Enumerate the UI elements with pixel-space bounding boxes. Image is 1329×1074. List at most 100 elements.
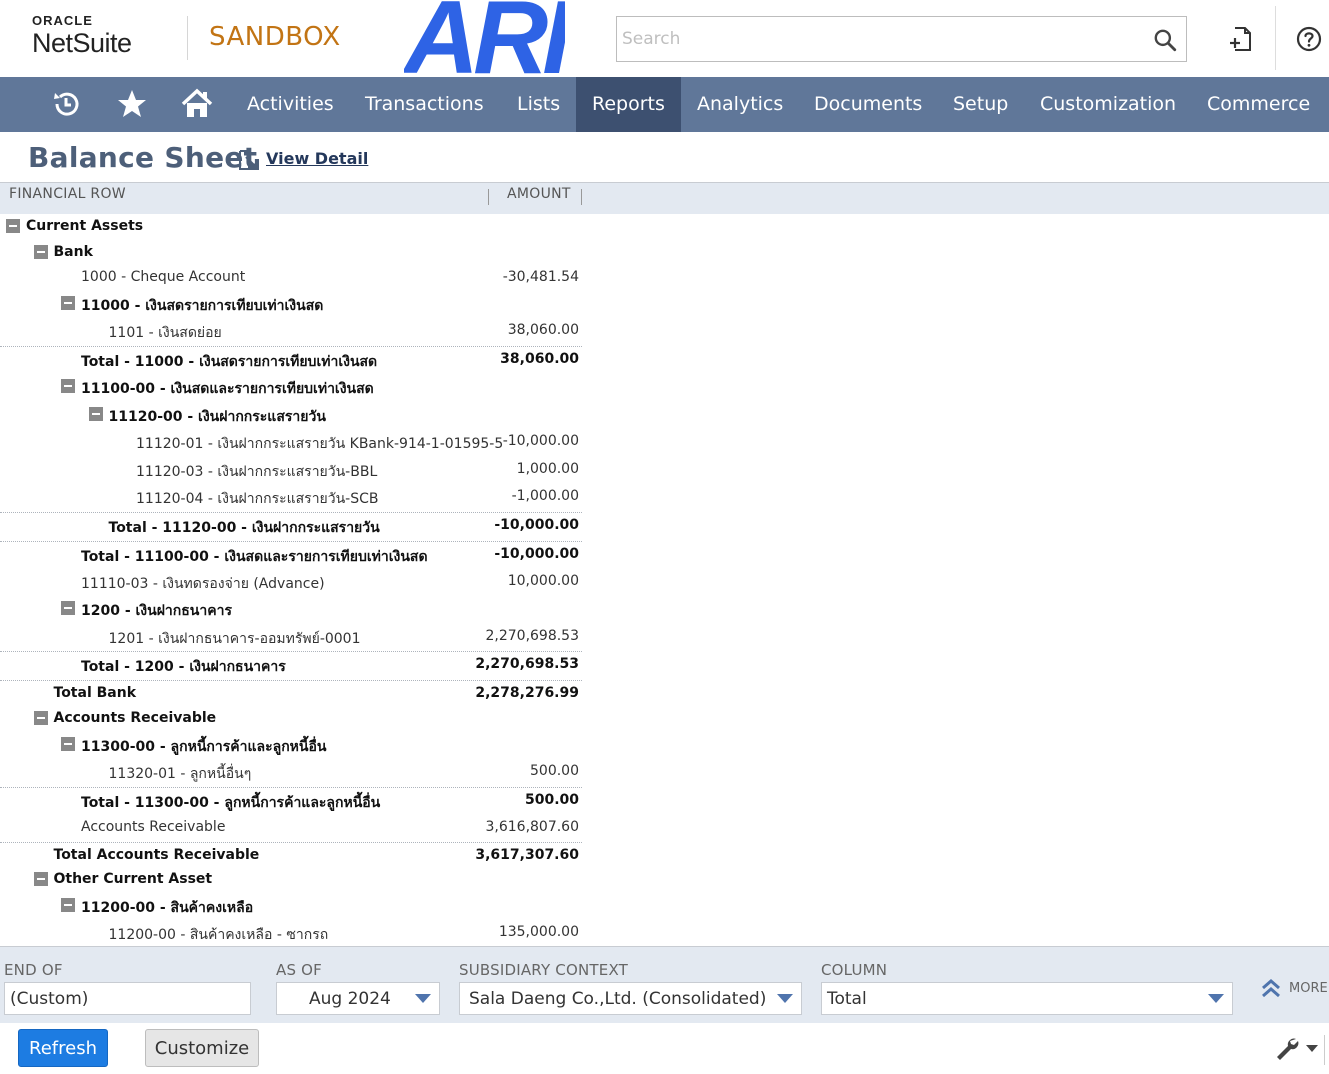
chevron-down-icon[interactable] [777,994,793,1003]
column-separator[interactable] [581,189,582,205]
view-detail-icon[interactable] [237,148,261,172]
subsidiary-context-select[interactable]: Sala Daeng Co.,Ltd. (Consolidated) [459,982,802,1015]
row-amount[interactable]: 10,000.00 [508,573,579,589]
home-icon[interactable] [180,87,214,121]
more-filters-toggle[interactable]: MORE [1260,977,1329,1001]
row-amount[interactable]: -10,000.00 [494,546,579,562]
header-divider [1275,6,1276,70]
row-amount[interactable]: -10,000.00 [503,433,579,449]
row-amount[interactable]: 38,060.00 [500,351,579,367]
report-filters-bar: END OF (Custom) AS OF Aug 2024 SUBSIDIAR… [0,946,1329,1023]
recent-records-icon[interactable] [49,87,83,121]
row-label: Total - 11000 - เงินสดรายการเทียบเท่าเงิ… [81,354,378,370]
collapse-toggle-icon[interactable] [33,245,48,259]
collapse-toggle-icon[interactable] [61,898,75,912]
row-amount[interactable]: 38,060.00 [508,322,579,338]
collapse-toggle-icon[interactable] [88,407,103,421]
as-of-label: AS OF [276,961,322,979]
row-amount[interactable]: 500.00 [530,763,579,779]
customize-button[interactable]: Customize [145,1029,259,1067]
nav-activities[interactable]: Activities [231,77,350,132]
row-amount[interactable]: -1,000.00 [512,488,579,504]
row-label: Total - 11120-00 - เงินฝากกระแสรายวัน [108,520,380,536]
view-detail-link[interactable]: View Detail [266,149,368,168]
help-icon[interactable] [1294,24,1324,54]
row-label: Accounts Receivable [53,710,217,726]
row-label: 11320-01 - ลูกหนี้อื่นๆ [108,766,252,782]
collapse-toggle-icon[interactable] [6,219,20,233]
page-title: Balance Sheet [28,141,258,174]
row-label: 11110-03 - เงินทดรองจ่าย (Advance) [81,576,325,592]
search-input[interactable] [617,17,1147,61]
environment-label: SANDBOX [209,22,341,52]
chevron-down-icon[interactable] [415,994,431,1003]
column-label: COLUMN [821,961,888,979]
row-amount[interactable]: 3,616,807.60 [485,819,579,835]
nav-commerce[interactable]: Commerce [1191,77,1326,132]
refresh-button[interactable]: Refresh [18,1029,108,1067]
nav-lists[interactable]: Lists [501,77,576,132]
collapse-toggle-icon[interactable] [61,296,75,310]
nav-transactions[interactable]: Transactions [349,77,500,132]
nav-documents[interactable]: Documents [798,77,938,132]
logo-netsuite-text: NetSuite [32,28,132,58]
search-icon[interactable] [1152,27,1178,53]
table-row: 11000 - เงินสดรายการเทียบเท่าเงินสด [0,291,582,317]
row-label: 1201 - เงินฝากธนาคาร-ออมทรัพย์-0001 [108,631,361,647]
as-of-value: Aug 2024 [309,989,391,1009]
nav-customization[interactable]: Customization [1024,77,1192,132]
row-label: 11120-04 - เงินฝากกระแสรายวัน-SCB [136,491,379,507]
create-new-icon[interactable] [1226,24,1256,54]
subsidiary-context-value: Sala Daeng Co.,Ltd. (Consolidated) [469,989,767,1009]
logo-oracle-text: ORACLE [32,13,93,28]
row-amount[interactable]: 2,270,698.53 [485,628,579,644]
global-search[interactable] [616,16,1187,62]
row-amount[interactable]: 1,000.00 [517,461,579,477]
row-label: 11200-00 - สินค้าคงเหลือ - ซากรถ [108,927,329,943]
nav-setup[interactable]: Setup [937,77,1024,132]
row-amount[interactable]: 3,617,307.60 [475,847,579,863]
collapse-toggle-icon[interactable] [61,379,75,393]
row-amount[interactable]: 2,270,698.53 [475,656,579,672]
collapse-toggle-icon[interactable] [61,737,75,751]
table-row: 11200-00 - สินค้าคงเหลือ [0,893,582,919]
chevron-down-icon[interactable] [1306,1045,1318,1052]
netsuite-logo[interactable]: ORACLE NetSuite [32,13,172,59]
row-amount[interactable]: -10,000.00 [494,517,579,533]
column-separator[interactable] [488,189,489,205]
row-amount[interactable]: 135,000.00 [499,924,579,940]
scrollbar[interactable] [1324,1035,1325,1065]
collapse-toggle-icon[interactable] [61,601,75,615]
column-header-financial-row[interactable]: FINANCIAL ROW [9,186,126,202]
nav-reports[interactable]: Reports [576,77,681,132]
row-label: 1200 - เงินฝากธนาคาร [81,603,232,619]
table-row: 1200 - เงินฝากธนาคาร [0,596,582,622]
row-label: Bank [53,244,93,260]
logo-divider [187,16,188,60]
collapse-toggle-icon[interactable] [33,711,48,725]
table-row: 11110-03 - เงินทดรองจ่าย (Advance) 10,000… [0,569,582,595]
row-amount[interactable]: 2,278,276.99 [475,685,579,701]
collapse-toggle-icon[interactable] [33,872,48,886]
nav-analytics[interactable]: Analytics [681,77,799,132]
as-of-select[interactable]: Aug 2024 [276,982,440,1015]
table-row: 11120-03 - เงินฝากกระแสรายวัน-BBL 1,000.0… [0,457,582,483]
column-select[interactable]: Total [821,982,1233,1015]
end-of-label: END OF [4,961,63,979]
row-label: Accounts Receivable [81,819,226,835]
chevron-down-icon[interactable] [1208,994,1224,1003]
row-label: Total - 11300-00 - ลูกหนี้การค้าและลูกหน… [81,795,381,811]
table-row: 1101 - เงินสดย่อย 38,060.00 [0,318,582,344]
row-amount[interactable]: 500.00 [525,792,579,808]
total-row: Total Accounts Receivable 3,617,307.60 [0,842,582,868]
favorites-star-icon[interactable] [115,87,149,121]
end-of-field[interactable]: (Custom) [4,982,251,1015]
wrench-icon[interactable] [1274,1035,1300,1061]
column-header-amount[interactable]: AMOUNT [507,186,571,202]
row-label: Other Current Asset [53,871,213,887]
table-row: 11320-01 - ลูกหนี้อื่นๆ 500.00 [0,759,582,785]
row-amount[interactable]: -30,481.54 [503,269,579,285]
subsidiary-context-label: SUBSIDIARY CONTEXT [459,961,629,979]
column-value: Total [827,989,867,1009]
total-row: Total - 11000 - เงินสดรายการเทียบเท่าเงิ… [0,346,582,372]
